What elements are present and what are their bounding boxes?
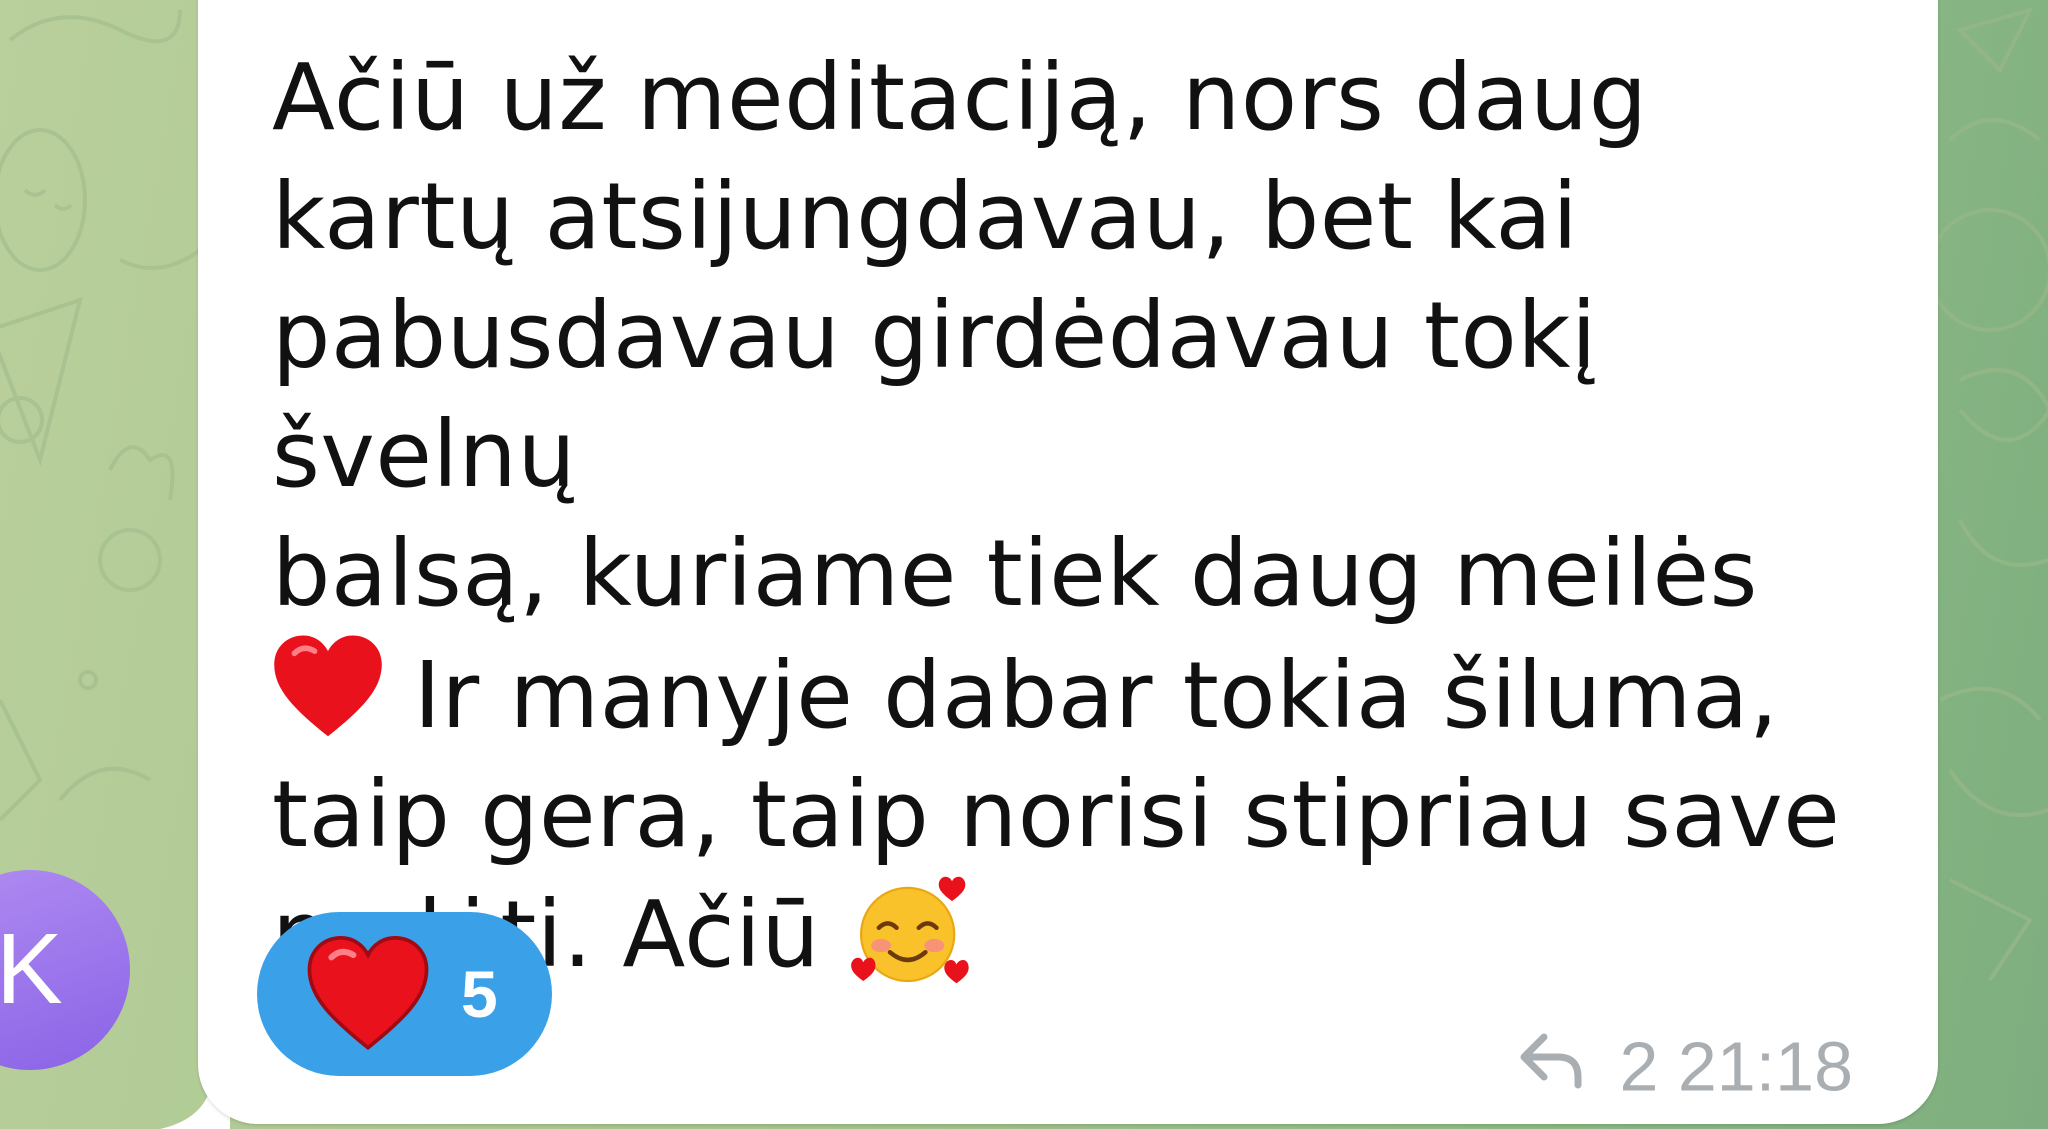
reply-count[interactable]: 2 [1619,1028,1658,1106]
reply-icon[interactable] [1518,1029,1584,1089]
heart-emoji [274,635,382,737]
reaction-heart-button[interactable]: 5 [257,912,552,1076]
reaction-count: 5 [461,957,498,1031]
smiling-face-with-hearts-emoji [850,876,969,984]
message-line: pabusdavau girdėdavau tokį švelnų [272,282,1598,508]
message-line: balsą, kuriame tiek daug meilės [272,520,1758,627]
heart-icon [307,936,429,1051]
message-line: Ir manyje dabar tokia šiluma, [384,642,1779,749]
avatar-initial: K [0,913,63,1025]
message-line: taip gera, taip norisi stipriau save [272,761,1841,868]
message-meta: 2 21:18 [1518,1021,1853,1106]
message-time: 21:18 [1677,1027,1854,1106]
message-line: Ačiū už meditaciją, nors daug [272,44,1648,151]
message-line: kartų atsijungdavau, bet kai [272,163,1579,270]
message-text: Ačiū už meditaciją, nors daug kartų atsij… [272,38,1892,994]
